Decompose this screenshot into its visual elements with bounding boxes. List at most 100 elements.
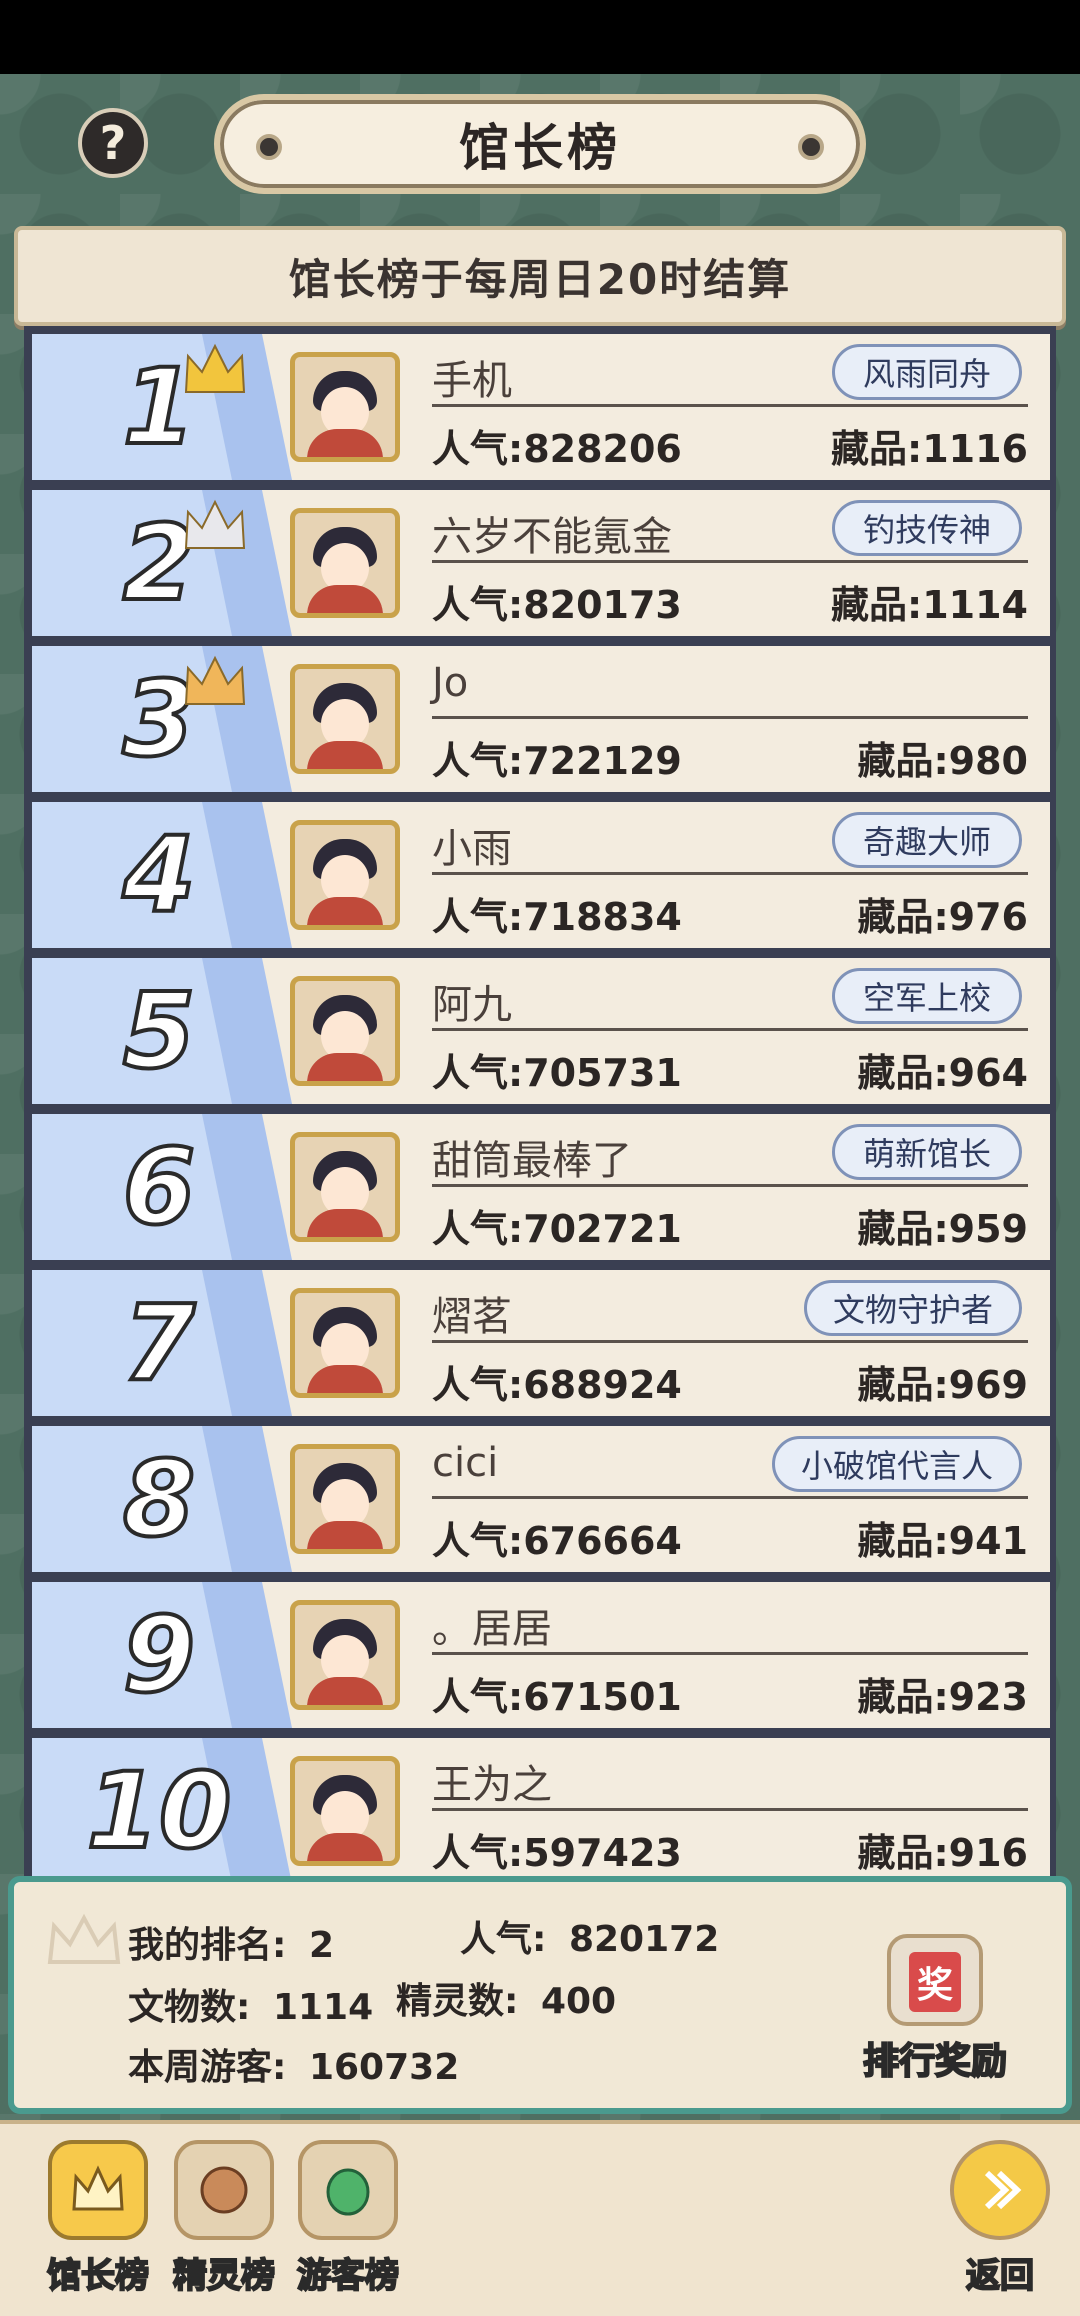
collection-value: 藏品:964 [857,1051,1028,1095]
rank-number: 6 [121,1126,197,1248]
crown-icon [184,499,246,549]
tab-label: 游客榜 [296,2255,400,2297]
avatar-body [307,1833,383,1861]
row-divider [432,404,1028,407]
spirit-icon [174,2140,274,2240]
player-avatar[interactable] [290,664,400,774]
player-avatar[interactable] [290,976,400,1086]
leaderboard-row[interactable]: 6 甜筒最棒了 萌新馆长 人气:702721 藏品:959 [32,1114,1050,1260]
avatar-body [307,1053,383,1081]
my-visitors-value: 160732 [308,2047,460,2088]
back-button[interactable]: 返回 [940,2140,1060,2310]
rank-reward-label: 排行奖励 [862,2040,1008,2083]
leaderboard-row[interactable]: 9 。居居 人气:671501 藏品:923 [32,1582,1050,1728]
avatar-body [307,429,383,457]
bottom-tab-bar [0,2120,1080,2316]
popularity-value: 人气:718834 [432,895,682,939]
player-avatar[interactable] [290,1288,400,1398]
my-relics-row: 文物数: 1114 [128,1978,373,2030]
player-title-badge: 萌新馆长 [832,1124,1022,1180]
leaderboard-row[interactable]: 4 小雨 奇趣大师人气:718834 藏品:976 [32,802,1050,948]
player-avatar[interactable] [290,352,400,462]
player-avatar[interactable] [290,1756,400,1866]
help-button[interactable]: ? [78,108,148,178]
row-divider [432,1340,1028,1343]
player-avatar[interactable] [290,1444,400,1554]
popularity-value: 人气:705731 [432,1051,682,1095]
collection-value: 藏品:916 [857,1831,1028,1875]
player-title-badge: 奇趣大师 [832,812,1022,868]
leaderboard-list[interactable]: 1 手机 风雨同舟 人气:828206 藏品:1116 2 六岁不能氪金 钓技传神 人气:820… [24,326,1056,1876]
player-title-badge: 钓技传神 [832,500,1022,556]
my-relics-label: 文物数: [128,1987,251,2028]
row-divider [432,1184,1028,1187]
my-rank-value: 2 [308,1925,335,1966]
row-divider [432,872,1028,875]
player-title-badge: 风雨同舟 [832,344,1022,400]
rank-number: 4 [121,814,197,936]
crown-medal-icon [48,2140,148,2240]
ornament-dot [256,134,282,160]
ornament-dot [798,134,824,160]
player-avatar[interactable] [290,1132,400,1242]
my-rank-label: 我的排名: [128,1925,287,1966]
tab-spirit-ranking[interactable]: 精灵榜 [164,2140,284,2310]
collection-value: 藏品:959 [857,1207,1028,1251]
avatar-body [307,1521,383,1549]
rank-reward-button[interactable]: 排行奖励 [860,1934,1010,2084]
player-title-badge: 文物守护者 [803,1280,1022,1336]
collection-value: 藏品:1116 [831,427,1028,471]
player-avatar[interactable] [290,508,400,618]
popularity-value: 人气:688924 [432,1363,682,1407]
tab-label: 精灵榜 [172,2255,276,2297]
my-spirits-row: 精灵数: 400 [396,1972,616,2024]
avatar-body [307,585,383,613]
collection-value: 藏品:976 [857,895,1028,939]
title-plate: 馆长榜 [214,94,866,194]
collection-value: 藏品:941 [857,1519,1028,1563]
popularity-value: 人气:702721 [432,1207,682,1251]
avatar-body [307,1209,383,1237]
player-name: Jo [432,660,469,706]
player-name: 阿九 [432,982,512,1028]
leaderboard-row[interactable]: 10 王为之 人气:597423 藏品:916 [32,1738,1050,1876]
popularity-value: 人气:671501 [432,1675,682,1719]
settlement-notice-banner: 馆长榜于每周日20时结算 [14,226,1066,326]
tab-curator-ranking[interactable]: 馆长榜 [38,2140,158,2310]
leaderboard-row[interactable]: 7 熠茗 文物守护者 人气:688924 藏品:969 [32,1270,1050,1416]
player-name: 熠茗 [432,1294,512,1340]
leaderboard-row[interactable]: 2 六岁不能氪金 钓技传神 人气:820173 藏品:1114 [32,490,1050,636]
avatar-body [307,1365,383,1393]
reward-icon [887,1934,983,2026]
tab-label: 馆长榜 [46,2255,150,2297]
rank-number: 9 [121,1594,197,1716]
page-title: 馆长榜 [459,119,621,177]
rank-number: 5 [121,970,197,1092]
row-divider [432,716,1028,719]
row-divider [432,1028,1028,1031]
leaderboard-row[interactable]: 8 cici 小破馆代言人 人气:676664 藏品:941 [32,1426,1050,1572]
my-visitors-label: 本周游客: [128,2047,287,2088]
my-popularity-label: 人气: [460,1919,547,1960]
player-avatar[interactable] [290,820,400,930]
collection-value: 藏品:1114 [831,583,1028,627]
my-visitors-row: 本周游客: 160732 [128,2038,459,2090]
leaderboard-row[interactable]: 5 阿九 空军上校 人气:705731 藏品:964 [32,958,1050,1104]
row-divider [432,1652,1028,1655]
crown-icon [184,655,246,705]
tab-visitor-ranking[interactable]: 游客榜 [288,2140,408,2310]
popularity-value: 人气:820173 [432,583,682,627]
leaderboard-row[interactable]: 1 手机 风雨同舟 人气:828206 藏品:1116 [32,334,1050,480]
avatar-body [307,897,383,925]
my-spirits-value: 400 [540,1981,617,2022]
row-divider [432,1808,1028,1811]
player-avatar[interactable] [290,1600,400,1710]
player-name: 小雨 [432,826,512,872]
leaderboard-row[interactable]: 3 Jo 人气:722129 藏品:980 [32,646,1050,792]
popularity-value: 人气:597423 [432,1831,682,1875]
popularity-value: 人气:676664 [432,1519,682,1563]
my-rank-row: 我的排名: 2 [128,1916,334,1968]
rank-number: 8 [121,1438,197,1560]
player-name: 六岁不能氪金 [432,514,672,560]
player-name: cici [432,1440,499,1486]
